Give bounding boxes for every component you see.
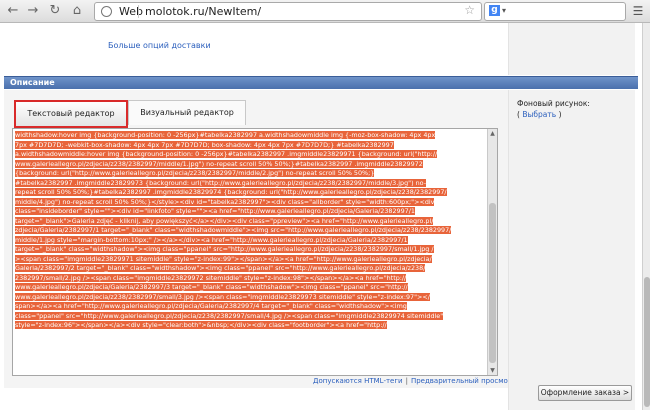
code-line: zdjecia/Galeria/2382997/1 target="_blank… — [15, 226, 452, 234]
reload-icon[interactable]: ↻ — [46, 2, 64, 20]
background-image-label: Фоновый рисунок: — [517, 99, 590, 108]
code-line: #tabelka2382997 .imgmiddle23829973 {back… — [15, 178, 427, 187]
bookmark-star-icon[interactable]: ☆ — [464, 3, 475, 18]
editor-code: widthshadow:hover img {background-positi… — [13, 129, 496, 333]
home-icon[interactable]: ⌂ — [68, 2, 86, 20]
page-scrollbar[interactable] — [642, 23, 650, 410]
scroll-up-icon[interactable]: ▲ — [488, 129, 497, 138]
code-line: a.widthshadowmiddle:hover img {backgroun… — [15, 150, 438, 158]
more-delivery-options-link[interactable]: Больше опций доставки — [108, 41, 211, 50]
code-line: style="z-index:96"></span></a><div style… — [15, 321, 387, 329]
page-menu-icon[interactable]: ☰ — [630, 3, 646, 19]
html-tags-allowed-link[interactable]: Допускаются HTML-теги — [313, 377, 403, 385]
code-line: ><span class="imgmiddle23829971 sitemidd… — [15, 254, 432, 263]
code-line: middle/1.jpg style="margin-bottom:10px;"… — [15, 235, 408, 244]
section-title: Описание — [10, 78, 55, 87]
textarea-scrollbar[interactable]: ▲ ▼ — [487, 129, 497, 375]
code-line: {background: url("http://www.galeriealle… — [15, 169, 375, 177]
page-scroll-thumb[interactable] — [644, 277, 650, 407]
link-separator: | — [405, 377, 408, 385]
description-textarea[interactable]: widthshadow:hover img {background-positi… — [12, 128, 498, 376]
preview-link[interactable]: Предварительный просмотр — [411, 377, 516, 385]
choose-background-link[interactable]: Выбрать — [522, 110, 556, 119]
paren-open: ( — [517, 110, 520, 119]
back-arrow-icon[interactable]: ← — [4, 2, 22, 20]
code-line: target="_blank">Galeria zdjęć - kliknij,… — [15, 216, 434, 225]
code-line: class="ppanel" src="http://www.galerieal… — [15, 311, 444, 320]
site-label: Web — [119, 5, 143, 18]
code-line: widthshadow:hover img {background-positi… — [15, 131, 436, 139]
code-line: middle/4.jpg") no-repeat scroll 50% 50%;… — [15, 197, 435, 206]
editor-footer-links: Допускаются HTML-теги | Предварительный пр… — [313, 377, 516, 385]
paren-close: ) — [558, 110, 562, 119]
right-column-top — [508, 23, 635, 75]
code-line: www.galerieallegro.pl/zdjecia/Galeria/23… — [15, 283, 408, 291]
address-separator — [138, 5, 139, 18]
tab-text-editor[interactable]: Текстовый редактор — [14, 100, 128, 128]
code-line: www.galerieallegro.pl/zdjecia/z238/23829… — [15, 292, 430, 301]
page-content: Больше опций доставки Описание Текстовый… — [0, 23, 642, 410]
textarea-scroll-thumb[interactable] — [489, 203, 496, 363]
code-line: 2382997/small/2.jpg /><span class="imgmi… — [15, 273, 407, 282]
search-box[interactable]: g ▾ — [484, 2, 626, 21]
scroll-down-icon[interactable]: ▼ — [488, 366, 497, 375]
code-line: 7px #7D7D7D; -webkit-box-shadow: 4px 4px… — [15, 140, 394, 149]
delivery-area: Больше опций доставки — [8, 23, 508, 75]
search-engine-dropdown-icon[interactable]: ▾ — [502, 4, 506, 17]
address-bar[interactable]: Web molotok.ru/NewItem/ ☆ — [94, 2, 482, 21]
tab-visual-editor[interactable]: Визуальный редактор — [128, 100, 246, 125]
code-line: class="insideborder" style=""><div id="l… — [15, 207, 415, 215]
code-line: span></a><a href="http://www.galeriealle… — [15, 302, 407, 310]
checkout-button[interactable]: Оформление заказа > — [538, 385, 632, 401]
background-choose: ( Выбрать ) — [517, 110, 562, 119]
code-line: Galeria/2382997/2 target="_blank" class=… — [15, 264, 426, 272]
url-text[interactable]: molotok.ru/NewItem/ — [145, 4, 261, 19]
editor-panel: Текстовый редактор Визуальный редактор w… — [4, 90, 508, 388]
right-column: Фоновый рисунок: ( Выбрать ) — [508, 90, 635, 410]
code-line: repeat scroll 50% 50%;}#tabelka2382997 .… — [15, 188, 447, 196]
browser-toolbar: ← → ↻ ⌂ Web molotok.ru/NewItem/ ☆ g ▾ ☰ — [0, 0, 650, 23]
forward-arrow-icon[interactable]: → — [24, 2, 42, 20]
code-line: www.galerieallegro.pl/zdjecia/z238/23829… — [15, 159, 423, 168]
code-line: target="_blank" class="widthshadow"><img… — [15, 245, 434, 253]
globe-icon — [101, 6, 112, 17]
google-icon[interactable]: g — [489, 5, 500, 16]
description-section-header: Описание — [4, 76, 638, 89]
